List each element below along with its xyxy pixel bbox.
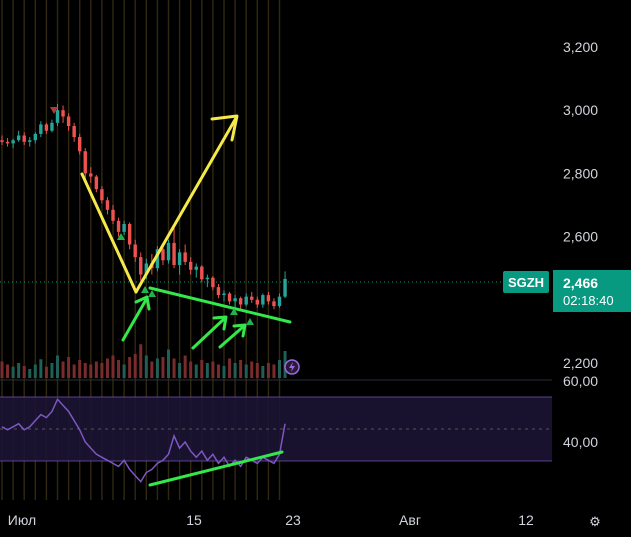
volume-bar	[67, 357, 71, 378]
volume-bar	[83, 363, 87, 378]
volume-bar	[216, 364, 220, 378]
volume-bar	[272, 364, 276, 378]
date-tick-label: Авг	[399, 512, 421, 528]
last-price-label: 2,466	[563, 274, 599, 291]
volume-bar	[72, 364, 76, 378]
volume-bar	[172, 358, 176, 378]
countdown-label: 02:18:40	[563, 292, 614, 308]
price-badge: 2,466 02:18:40	[553, 270, 631, 312]
volume-bar	[100, 363, 104, 378]
volume-bar	[278, 360, 281, 378]
volume-bar	[150, 361, 154, 378]
volume-bar	[205, 363, 209, 378]
volume-bar	[94, 361, 98, 378]
volume-bar	[183, 355, 187, 378]
price-tick-label: 2,800	[563, 165, 598, 181]
volume-bar	[17, 363, 21, 378]
price-tick-label: 3,000	[563, 102, 598, 118]
volume-bar	[244, 364, 248, 378]
price-chart[interactable]: 3,200 3,000 2,800 2,600 2,200 60,00 40,00 Июл…	[0, 0, 631, 537]
volume-bar	[105, 358, 109, 378]
volume-bar	[200, 360, 204, 378]
volume-bar	[39, 359, 43, 378]
volume-bar	[122, 364, 126, 378]
lightning-icon[interactable]	[284, 359, 300, 375]
volume-bar	[11, 366, 15, 378]
date-tick-label: Июл	[8, 512, 36, 528]
volume-bar	[167, 349, 170, 378]
volume-bar	[28, 369, 32, 378]
volume-bar	[239, 360, 243, 378]
volume-bar	[250, 361, 254, 378]
price-tick-label: 2,200	[563, 355, 598, 371]
price-tick-label: 2,600	[563, 229, 598, 245]
volume-bar	[211, 361, 215, 378]
volume-bar	[33, 364, 37, 378]
volume-bar	[222, 366, 226, 378]
volume-bar	[111, 355, 115, 378]
volume-bar	[233, 363, 237, 378]
date-tick-label: 15	[186, 512, 202, 528]
volume-bar	[50, 363, 54, 378]
volume-bar	[22, 366, 26, 378]
volume-bar	[44, 366, 48, 378]
volume-bar	[128, 357, 132, 378]
volume-bar	[78, 360, 82, 378]
price-tick-label: 3,200	[563, 39, 598, 55]
volume-bar	[133, 354, 137, 378]
rsi-tick-label: 60,00	[563, 373, 598, 389]
volume-bar	[0, 361, 4, 378]
volume-bar	[6, 364, 10, 378]
volume-bar	[255, 363, 259, 378]
volume-bar	[228, 358, 232, 378]
rsi-tick-label: 40,00	[563, 434, 598, 450]
volume-bar	[139, 344, 143, 378]
date-tick-label: 23	[285, 512, 301, 528]
volume-bar	[261, 366, 265, 378]
gear-icon[interactable]: ⚙	[586, 513, 604, 531]
volume-bar	[266, 363, 270, 378]
volume-bar	[178, 363, 182, 378]
volume-bar	[144, 355, 148, 378]
volume-bar	[194, 364, 198, 378]
volume-bar	[161, 357, 165, 378]
volume-bar	[117, 360, 121, 378]
date-tick-label: 12	[518, 512, 534, 528]
candle	[166, 239, 171, 264]
volume-bar	[89, 364, 93, 378]
volume-bar	[189, 361, 193, 378]
volume-bar	[61, 361, 65, 378]
ticker-badge[interactable]: SGZH	[503, 271, 549, 293]
volume-bar	[56, 355, 59, 378]
volume-bar	[155, 358, 159, 378]
